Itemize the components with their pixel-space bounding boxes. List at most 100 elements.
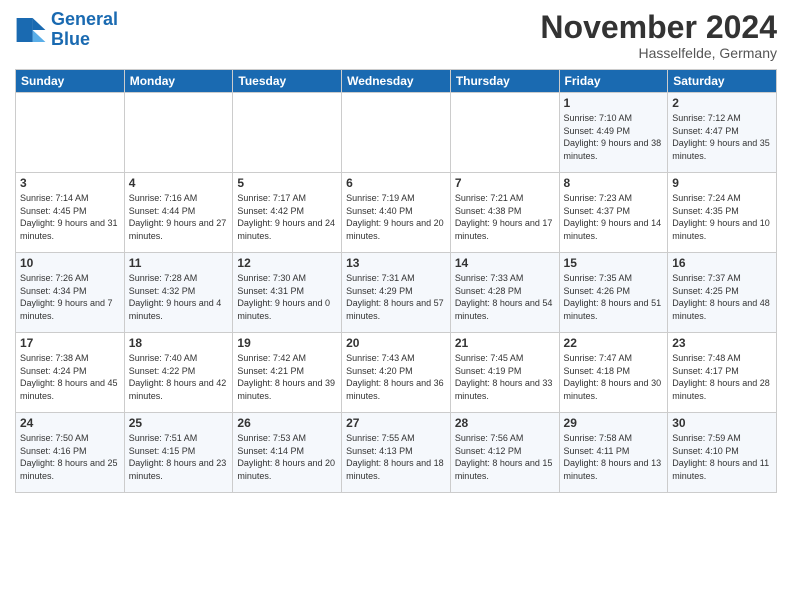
day-number: 15 (564, 256, 664, 270)
day-number: 5 (237, 176, 337, 190)
table-row: 17Sunrise: 7:38 AM Sunset: 4:24 PM Dayli… (16, 333, 125, 413)
day-number: 13 (346, 256, 446, 270)
day-info: Sunrise: 7:55 AM Sunset: 4:13 PM Dayligh… (346, 432, 446, 482)
table-row: 24 Sunrise: 7:50 AM Sunset: 4:16 PM Dayli… (16, 413, 125, 493)
day-number: 30 (672, 416, 772, 430)
calendar-table: Sunday Monday Tuesday Wednesday Thursday… (15, 69, 777, 493)
col-saturday: Saturday (668, 70, 777, 93)
day-number: 7 (455, 176, 555, 190)
table-row: 2 Sunrise: 7:12 AM Sunset: 4:47 PM Daylig… (668, 93, 777, 173)
day-info: Sunrise: 7:50 AM Sunset: 4:16 PM Dayligh… (20, 432, 120, 482)
day-number: 21 (455, 336, 555, 350)
table-row: 10Sunrise: 7:26 AM Sunset: 4:34 PM Dayli… (16, 253, 125, 333)
day-info: Sunrise: 7:35 AM Sunset: 4:26 PM Dayligh… (564, 272, 664, 322)
day-info: Sunrise: 7:38 AM Sunset: 4:24 PM Dayligh… (20, 352, 120, 402)
table-row: 30 Sunrise: 7:59 AM Sunset: 4:10 PM Dayli… (668, 413, 777, 493)
table-row: 7 Sunrise: 7:21 AM Sunset: 4:38 PM Daylig… (450, 173, 559, 253)
day-number: 23 (672, 336, 772, 350)
day-number: 14 (455, 256, 555, 270)
table-row: 12 Sunrise: 7:30 AM Sunset: 4:31 PM Dayli… (233, 253, 342, 333)
table-row (16, 93, 125, 173)
day-info: Sunrise: 7:42 AM Sunset: 4:21 PM Dayligh… (237, 352, 337, 402)
day-info: Sunrise: 7:40 AM Sunset: 4:22 PM Dayligh… (129, 352, 229, 402)
day-number: 27 (346, 416, 446, 430)
table-row (450, 93, 559, 173)
table-row: 9 Sunrise: 7:24 AM Sunset: 4:35 PM Daylig… (668, 173, 777, 253)
table-row: 6Sunrise: 7:19 AM Sunset: 4:40 PM Daylig… (342, 173, 451, 253)
table-row: 26 Sunrise: 7:53 AM Sunset: 4:14 PM Dayli… (233, 413, 342, 493)
day-number: 28 (455, 416, 555, 430)
day-info: Sunrise: 7:56 AM Sunset: 4:12 PM Dayligh… (455, 432, 555, 482)
day-info: Sunrise: 7:12 AM Sunset: 4:47 PM Dayligh… (672, 112, 772, 162)
day-number: 6 (346, 176, 446, 190)
table-row: 1Sunrise: 7:10 AM Sunset: 4:49 PM Daylig… (559, 93, 668, 173)
day-info: Sunrise: 7:30 AM Sunset: 4:31 PM Dayligh… (237, 272, 337, 322)
calendar-week-row: 17Sunrise: 7:38 AM Sunset: 4:24 PM Dayli… (16, 333, 777, 413)
table-row: 20 Sunrise: 7:43 AM Sunset: 4:20 PM Dayli… (342, 333, 451, 413)
table-row: 3Sunrise: 7:14 AM Sunset: 4:45 PM Daylig… (16, 173, 125, 253)
col-wednesday: Wednesday (342, 70, 451, 93)
table-row: 16Sunrise: 7:37 AM Sunset: 4:25 PM Dayli… (668, 253, 777, 333)
table-row: 28 Sunrise: 7:56 AM Sunset: 4:12 PM Dayli… (450, 413, 559, 493)
day-info: Sunrise: 7:17 AM Sunset: 4:42 PM Dayligh… (237, 192, 337, 242)
table-row: 13 Sunrise: 7:31 AM Sunset: 4:29 PM Dayli… (342, 253, 451, 333)
day-info: Sunrise: 7:24 AM Sunset: 4:35 PM Dayligh… (672, 192, 772, 242)
col-monday: Monday (124, 70, 233, 93)
calendar-week-row: 1Sunrise: 7:10 AM Sunset: 4:49 PM Daylig… (16, 93, 777, 173)
day-number: 11 (129, 256, 229, 270)
day-number: 26 (237, 416, 337, 430)
table-row (233, 93, 342, 173)
table-row: 27 Sunrise: 7:55 AM Sunset: 4:13 PM Dayli… (342, 413, 451, 493)
col-friday: Friday (559, 70, 668, 93)
day-number: 8 (564, 176, 664, 190)
day-number: 2 (672, 96, 772, 110)
table-row: 18 Sunrise: 7:40 AM Sunset: 4:22 PM Dayli… (124, 333, 233, 413)
day-info: Sunrise: 7:28 AM Sunset: 4:32 PM Dayligh… (129, 272, 229, 322)
table-row: 21Sunrise: 7:45 AM Sunset: 4:19 PM Dayli… (450, 333, 559, 413)
table-row: 15 Sunrise: 7:35 AM Sunset: 4:26 PM Dayli… (559, 253, 668, 333)
calendar-week-row: 24 Sunrise: 7:50 AM Sunset: 4:16 PM Dayli… (16, 413, 777, 493)
month-title: November 2024 (540, 10, 777, 45)
table-row (342, 93, 451, 173)
day-number: 20 (346, 336, 446, 350)
table-row: 19 Sunrise: 7:42 AM Sunset: 4:21 PM Dayli… (233, 333, 342, 413)
day-number: 3 (20, 176, 120, 190)
day-number: 12 (237, 256, 337, 270)
day-info: Sunrise: 7:21 AM Sunset: 4:38 PM Dayligh… (455, 192, 555, 242)
day-number: 4 (129, 176, 229, 190)
table-row (124, 93, 233, 173)
day-number: 9 (672, 176, 772, 190)
calendar-week-row: 10Sunrise: 7:26 AM Sunset: 4:34 PM Dayli… (16, 253, 777, 333)
day-info: Sunrise: 7:43 AM Sunset: 4:20 PM Dayligh… (346, 352, 446, 402)
col-sunday: Sunday (16, 70, 125, 93)
day-info: Sunrise: 7:26 AM Sunset: 4:34 PM Dayligh… (20, 272, 120, 322)
day-info: Sunrise: 7:31 AM Sunset: 4:29 PM Dayligh… (346, 272, 446, 322)
day-info: Sunrise: 7:47 AM Sunset: 4:18 PM Dayligh… (564, 352, 664, 402)
table-row: 29 Sunrise: 7:58 AM Sunset: 4:11 PM Dayli… (559, 413, 668, 493)
col-thursday: Thursday (450, 70, 559, 93)
day-number: 22 (564, 336, 664, 350)
day-info: Sunrise: 7:48 AM Sunset: 4:17 PM Dayligh… (672, 352, 772, 402)
day-info: Sunrise: 7:58 AM Sunset: 4:11 PM Dayligh… (564, 432, 664, 482)
logo-text: General Blue (51, 10, 118, 50)
table-row: 11 Sunrise: 7:28 AM Sunset: 4:32 PM Dayli… (124, 253, 233, 333)
title-block: November 2024 Hasselfelde, Germany (540, 10, 777, 61)
table-row: 5 Sunrise: 7:17 AM Sunset: 4:42 PM Daylig… (233, 173, 342, 253)
day-info: Sunrise: 7:53 AM Sunset: 4:14 PM Dayligh… (237, 432, 337, 482)
table-row: 23 Sunrise: 7:48 AM Sunset: 4:17 PM Dayli… (668, 333, 777, 413)
day-number: 24 (20, 416, 120, 430)
day-info: Sunrise: 7:33 AM Sunset: 4:28 PM Dayligh… (455, 272, 555, 322)
day-info: Sunrise: 7:16 AM Sunset: 4:44 PM Dayligh… (129, 192, 229, 242)
calendar-header-row: Sunday Monday Tuesday Wednesday Thursday… (16, 70, 777, 93)
day-number: 19 (237, 336, 337, 350)
table-row: 22 Sunrise: 7:47 AM Sunset: 4:18 PM Dayli… (559, 333, 668, 413)
day-info: Sunrise: 7:59 AM Sunset: 4:10 PM Dayligh… (672, 432, 772, 482)
table-row: 4 Sunrise: 7:16 AM Sunset: 4:44 PM Daylig… (124, 173, 233, 253)
logo: General Blue (15, 10, 118, 50)
day-info: Sunrise: 7:23 AM Sunset: 4:37 PM Dayligh… (564, 192, 664, 242)
day-number: 29 (564, 416, 664, 430)
calendar-week-row: 3Sunrise: 7:14 AM Sunset: 4:45 PM Daylig… (16, 173, 777, 253)
logo-icon (15, 14, 47, 46)
day-number: 18 (129, 336, 229, 350)
page: General Blue November 2024 Hasselfelde, … (0, 0, 792, 612)
